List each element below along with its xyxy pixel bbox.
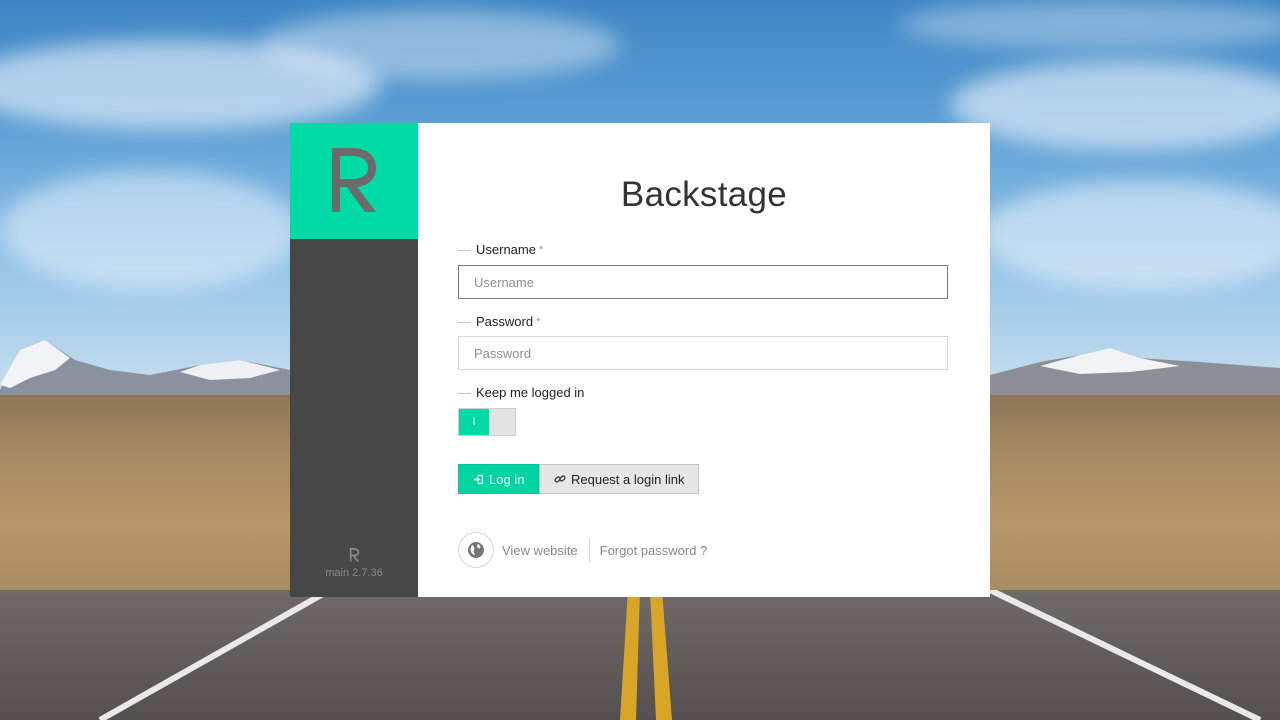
keep-logged-in-label: — Keep me logged in: [458, 385, 585, 400]
password-input[interactable]: [458, 336, 948, 370]
username-label: — Username *: [458, 242, 544, 257]
sidebar-footer: main 2.7.36: [290, 548, 418, 579]
sign-in-icon: [473, 474, 484, 484]
view-website-link[interactable]: View website: [502, 543, 578, 558]
login-card: main 2.7.36 Backstage — Username * — Pas…: [290, 123, 990, 597]
sidebar: main 2.7.36: [290, 123, 418, 597]
login-footer: View website Forgot password ?: [458, 532, 707, 568]
required-mark: *: [536, 315, 541, 328]
link-icon: [554, 475, 566, 483]
login-panel: Backstage — Username * — Password * — Ke…: [418, 123, 990, 597]
request-login-link-button[interactable]: Request a login link: [539, 464, 700, 494]
logo-icon: [332, 148, 376, 212]
password-label: — Password *: [458, 314, 541, 329]
toggle-on-segment: I: [459, 409, 489, 435]
version-text: main 2.7.36: [325, 567, 383, 579]
forgot-password-link[interactable]: Forgot password ?: [600, 543, 708, 558]
logo-box: [290, 123, 418, 239]
required-mark: *: [538, 243, 544, 256]
view-website-icon-button[interactable]: [458, 532, 494, 568]
small-logo-icon: [349, 548, 359, 562]
keep-logged-in-toggle[interactable]: I: [458, 408, 516, 436]
globe-icon: [468, 542, 484, 558]
footer-divider: [588, 538, 590, 562]
page-title: Backstage: [620, 175, 788, 214]
login-button[interactable]: Log in: [458, 464, 540, 494]
username-input[interactable]: [458, 265, 948, 299]
